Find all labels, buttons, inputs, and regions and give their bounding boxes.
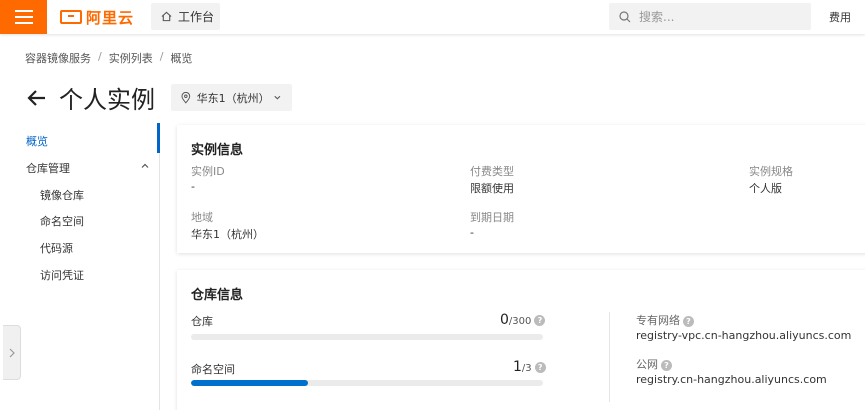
instance-id-value: -	[191, 180, 195, 193]
repo-info-title: 仓库信息	[191, 288, 244, 303]
region-label: 华东1（杭州）	[196, 91, 270, 105]
breadcrumb-separator: /	[98, 50, 102, 63]
menu-icon[interactable]	[0, 0, 47, 34]
search-box[interactable]	[609, 3, 811, 30]
repo-count-used: 0	[500, 312, 509, 328]
namespace-count-used: 1	[513, 359, 522, 375]
instance-info-panel: 实例信息 实例ID - 付费类型 限额使用 实例规格 个人版 地域 华东1（杭州…	[177, 125, 865, 253]
repo-count-label: 仓库	[191, 315, 213, 328]
search-icon	[619, 10, 631, 22]
aliyun-logo[interactable]: 阿里云	[60, 7, 134, 27]
title-row: 个人实例 华东1（杭州）	[25, 80, 292, 115]
billing-type-value: 限额使用	[470, 182, 514, 195]
region-field-value: 华东1（杭州）	[191, 228, 264, 241]
page-title: 个人实例	[59, 86, 155, 114]
sidebar-collapse-handle[interactable]	[3, 325, 21, 380]
vpc-label: 专有网络?	[636, 312, 694, 328]
repo-count-limit: /300	[508, 316, 532, 327]
breadcrumb-item-registry[interactable]: 容器镜像服务	[25, 50, 91, 66]
chevron-down-icon	[274, 95, 281, 100]
breadcrumb-item-overview: 概览	[170, 52, 193, 65]
region-field-label: 地域	[191, 211, 213, 224]
namespace-count-limit: /3	[521, 363, 532, 374]
breadcrumb: 容器镜像服务 / 实例列表 / 概览	[25, 50, 192, 66]
vertical-divider	[609, 312, 610, 402]
public-network-label-text: 公网	[636, 358, 658, 371]
back-arrow-icon[interactable]	[25, 86, 49, 110]
instance-info-title: 实例信息	[191, 143, 244, 158]
search-input[interactable]	[639, 9, 799, 24]
expiry-date-label: 到期日期	[470, 211, 514, 224]
instance-spec-label: 实例规格	[749, 165, 793, 178]
repo-progress-bar	[191, 334, 543, 340]
nav-item-overview[interactable]: 概览	[26, 133, 48, 149]
chevron-right-icon	[9, 348, 15, 357]
namespace-progress-fill	[191, 380, 309, 386]
active-indicator	[157, 123, 160, 153]
help-icon[interactable]: ?	[661, 359, 672, 371]
namespace-count-label: 命名空间	[191, 363, 235, 376]
workbench-button[interactable]: 工作台	[151, 3, 220, 30]
nav-item-code-sources[interactable]: 代码源	[40, 240, 73, 256]
expiry-date-value: -	[470, 226, 474, 239]
instance-id-label: 实例ID	[191, 165, 225, 178]
home-icon	[161, 11, 172, 22]
logo-text: 阿里云	[86, 8, 135, 27]
nav-group-repo-management[interactable]: 仓库管理	[26, 160, 70, 176]
chevron-up-icon[interactable]	[140, 161, 150, 171]
help-icon[interactable]: ?	[534, 361, 546, 373]
vpc-label-text: 专有网络	[636, 314, 680, 327]
workbench-label: 工作台	[178, 10, 215, 24]
help-icon[interactable]: ?	[534, 314, 546, 326]
fee-link[interactable]: 费用	[829, 9, 851, 25]
public-network-label: 公网?	[636, 356, 672, 372]
vpc-endpoint: registry-vpc.cn-hangzhou.aliyuncs.com	[636, 329, 852, 342]
instance-spec-value: 个人版	[749, 182, 782, 195]
nav-item-namespaces[interactable]: 命名空间	[40, 213, 84, 229]
breadcrumb-item-instances[interactable]: 实例列表	[109, 50, 153, 66]
nav-item-image-repos[interactable]: 镜像仓库	[40, 187, 84, 203]
namespace-progress-bar	[191, 380, 543, 386]
top-bar: 阿里云 工作台 费用	[0, 0, 865, 34]
nav-item-access-credentials[interactable]: 访问凭证	[40, 267, 84, 283]
billing-type-label: 付费类型	[470, 165, 514, 178]
repo-info-panel: 仓库信息 仓库 0/300? 命名空间 1/3? 专有网络? registry-…	[177, 270, 865, 410]
region-selector[interactable]: 华东1（杭州）	[171, 84, 292, 111]
side-nav: 概览 仓库管理 镜像仓库 命名空间 代码源 访问凭证	[0, 123, 160, 410]
breadcrumb-separator: /	[159, 50, 164, 63]
namespace-count: 1/3?	[513, 359, 546, 375]
repo-count: 0/300?	[500, 312, 546, 328]
help-icon[interactable]: ?	[683, 315, 694, 327]
location-pin-icon	[181, 91, 191, 104]
logo-mark-icon	[60, 10, 82, 24]
public-endpoint: registry.cn-hangzhou.aliyuncs.com	[636, 373, 827, 386]
